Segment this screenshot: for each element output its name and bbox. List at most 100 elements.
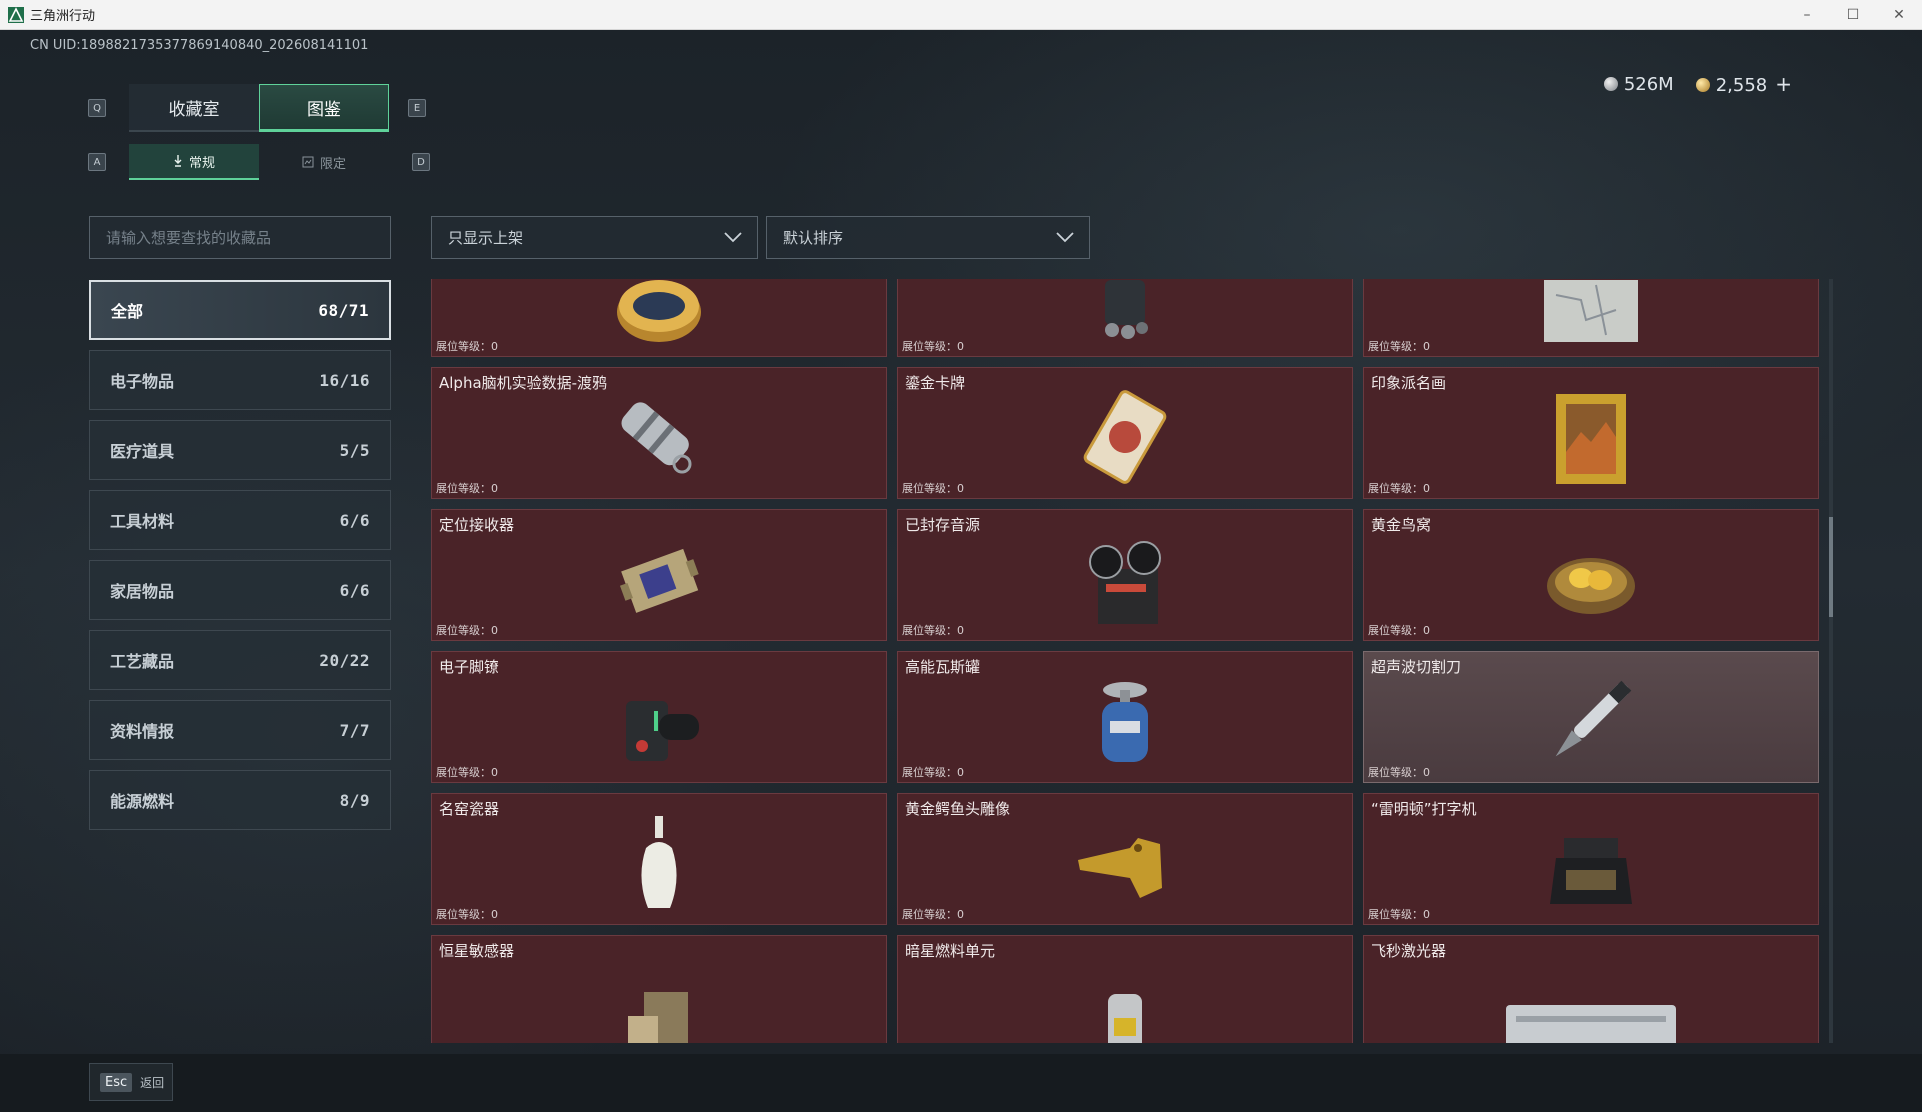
minimize-icon[interactable]: – [1784, 0, 1830, 30]
item-card[interactable]: 电子脚镣 展位等级：0 [431, 651, 887, 783]
item-card[interactable]: 恒星敏感器 [431, 935, 887, 1043]
item-level: 展位等级：0 [902, 340, 964, 353]
subtab-regular[interactable]: 常规 [129, 144, 259, 180]
item-name: 恒星敏感器 [439, 942, 515, 960]
tab-collection-room[interactable]: 收藏室 [129, 84, 259, 132]
item-card[interactable]: 展位等级：0 [431, 279, 887, 357]
item-name: 黄金鳄鱼头雕像 [905, 800, 1011, 818]
item-card[interactable]: 黄金鸟窝 展位等级：0 [1363, 509, 1819, 641]
locator-receiver-icon [619, 548, 699, 613]
subtab-limited-label: 限定 [319, 156, 346, 172]
item-card[interactable]: 暗星燃料单元 [897, 935, 1353, 1043]
chevron-down-icon [724, 232, 742, 243]
item-level: 展位等级：0 [436, 624, 498, 637]
chevron-down-icon [1056, 232, 1074, 243]
star-sensor-icon [628, 992, 688, 1043]
item-card[interactable]: 鎏金卡牌 展位等级：0 [897, 367, 1353, 499]
maximize-icon[interactable]: ☐ [1830, 0, 1876, 30]
category-electronics[interactable]: 电子物品 16/16 [89, 350, 391, 410]
femto-laser-icon [1506, 1005, 1676, 1043]
currency-bar: 526M 2,558 + [1603, 72, 1792, 96]
porcelain-vase-icon [641, 816, 677, 908]
item-card[interactable]: 展位等级：0 [1363, 279, 1819, 357]
item-card[interactable]: 黄金鳄鱼头雕像 展位等级：0 [897, 793, 1353, 925]
gold-balance[interactable]: 2,558 + [1695, 72, 1792, 96]
key-hint-e: E [408, 99, 426, 117]
item-level: 展位等级：0 [902, 908, 964, 921]
item-card[interactable]: 已封存音源 展位等级：0 [897, 509, 1353, 641]
ankle-monitor-icon [626, 701, 699, 761]
fuel-cell-icon [1108, 994, 1142, 1043]
category-energy[interactable]: 能源燃料 8/9 [89, 770, 391, 830]
limited-icon [302, 156, 314, 168]
search-input[interactable]: 请输入想要查找的收藏品 [89, 216, 391, 259]
sort-value: 默认排序 [783, 229, 844, 247]
category-count: 16/16 [319, 370, 370, 390]
category-intel[interactable]: 资料情报 7/7 [89, 700, 391, 760]
item-name: 暗星燃料单元 [905, 942, 996, 960]
item-name: 鎏金卡牌 [905, 374, 966, 392]
collection-screen: CN UID:1898821735377869140840_2026081411… [0, 30, 1922, 1112]
item-card[interactable]: 飞秒激光器 [1363, 935, 1819, 1043]
item-level: 展位等级：0 [1368, 908, 1430, 921]
item-level: 展位等级：0 [1368, 340, 1430, 353]
back-button[interactable]: Esc 返回 [89, 1063, 173, 1101]
category-all[interactable]: 全部 68/71 [89, 280, 391, 340]
key-hint-a: A [88, 153, 106, 171]
category-count: 7/7 [339, 720, 370, 740]
grid-scrollbar[interactable] [1829, 279, 1833, 1043]
item-card[interactable]: 超声波切割刀 展位等级：0 [1363, 651, 1819, 783]
gilded-card-icon [1083, 390, 1167, 484]
add-currency-button[interactable]: + [1775, 72, 1792, 96]
close-icon[interactable]: ✕ [1876, 0, 1922, 30]
item-name: 已封存音源 [905, 516, 981, 534]
category-label: 能源燃料 [110, 792, 175, 811]
subtab-regular-label: 常规 [188, 155, 215, 171]
item-card[interactable]: 名窑瓷器 展位等级：0 [431, 793, 887, 925]
silver-value: 526M [1623, 73, 1674, 95]
scrollbar-thumb[interactable] [1829, 517, 1833, 617]
typewriter-icon [1550, 838, 1632, 904]
window-titlebar: 三角洲行动 – ☐ ✕ [0, 0, 1922, 30]
item-name: 名窑瓷器 [439, 800, 500, 818]
map-document-icon [1544, 280, 1638, 342]
item-level: 展位等级：0 [1368, 482, 1430, 495]
gold-value: 2,558 [1715, 75, 1768, 96]
item-card[interactable]: 印象派名画 展位等级：0 [1363, 367, 1819, 499]
ultrasonic-knife-icon [1555, 680, 1632, 757]
esc-key-hint: Esc [100, 1072, 133, 1092]
category-label: 医疗道具 [110, 442, 175, 461]
category-medical[interactable]: 医疗道具 5/5 [89, 420, 391, 480]
item-card[interactable]: 高能瓦斯罐 展位等级：0 [897, 651, 1353, 783]
item-level: 展位等级：0 [436, 766, 498, 779]
item-level: 展位等级：0 [1368, 624, 1430, 637]
category-tools[interactable]: 工具材料 6/6 [89, 490, 391, 550]
item-card[interactable]: Alpha脑机实验数据-渡鸦 展位等级：0 [431, 367, 887, 499]
category-label: 全部 [111, 302, 144, 321]
category-label: 资料情报 [110, 722, 175, 741]
item-name: 定位接收器 [439, 516, 515, 534]
item-card[interactable]: 展位等级：0 [897, 279, 1353, 357]
data-capsule-icon [621, 402, 692, 474]
category-count: 6/6 [339, 510, 370, 530]
mech-device-icon [1105, 280, 1148, 339]
subtab-limited[interactable]: 限定 [259, 144, 389, 180]
shelf-filter-dropdown[interactable]: 只显示上架 [431, 216, 758, 259]
category-label: 工具材料 [110, 512, 175, 531]
back-label: 返回 [140, 1075, 165, 1090]
framed-painting-icon [1556, 394, 1626, 484]
category-crafts[interactable]: 工艺藏品 20/22 [89, 630, 391, 690]
tab-encyclopedia[interactable]: 图鉴 [259, 84, 389, 132]
item-name: 印象派名画 [1371, 374, 1447, 392]
category-household[interactable]: 家居物品 6/6 [89, 560, 391, 620]
category-count: 68/71 [318, 300, 369, 320]
item-grid: 展位等级：0 展位等级：0 展位等级：0 Alpha脑机实验数据-渡鸦 展位等级… [431, 279, 1821, 1043]
window-title: 三角洲行动 [30, 9, 96, 24]
item-name: 超声波切割刀 [1371, 658, 1462, 676]
item-name: Alpha脑机实验数据-渡鸦 [439, 374, 608, 392]
shelf-filter-value: 只显示上架 [448, 229, 524, 247]
sort-dropdown[interactable]: 默认排序 [766, 216, 1090, 259]
item-card[interactable]: 定位接收器 展位等级：0 [431, 509, 887, 641]
item-name: 飞秒激光器 [1371, 942, 1447, 960]
item-card[interactable]: “雷明顿”打字机 展位等级：0 [1363, 793, 1819, 925]
